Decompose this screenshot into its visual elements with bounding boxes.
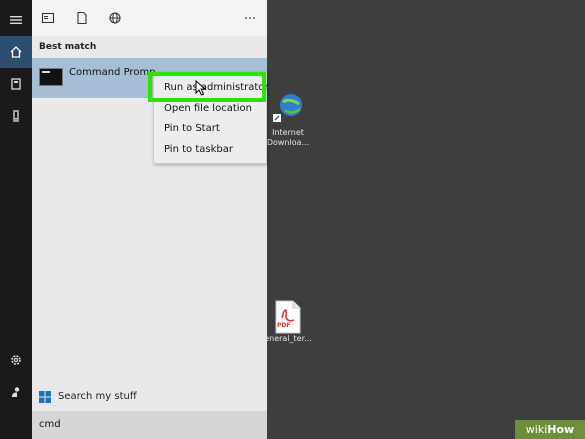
windows-logo-icon xyxy=(39,391,51,403)
more-options-button[interactable] xyxy=(242,10,258,26)
globe-icon xyxy=(109,12,121,24)
menu-item-pin-to-start[interactable]: Pin to Start xyxy=(154,119,266,139)
mouse-cursor-icon xyxy=(195,80,207,96)
home-button[interactable] xyxy=(0,36,32,68)
watermark-prefix: wiki xyxy=(525,423,548,436)
desktop-icon-label: eneral_ter... xyxy=(264,334,312,343)
web-filter-button[interactable] xyxy=(107,10,123,26)
gear-icon xyxy=(11,355,21,365)
highlight-box xyxy=(148,72,266,102)
watermark-suffix: How xyxy=(547,423,575,436)
notebook-button[interactable] xyxy=(0,68,32,100)
desktop-icon-label: Internet xyxy=(272,128,304,137)
apps-window-icon xyxy=(41,12,55,24)
start-left-rail xyxy=(0,0,32,439)
device-icon xyxy=(13,110,19,122)
wikihow-watermark: wiki How xyxy=(515,420,585,439)
hamburger-icon xyxy=(10,16,22,24)
document-icon xyxy=(77,11,87,25)
start-search-panel: Best match Command Promp Search my stuff… xyxy=(32,0,267,439)
pdf-badge: PDF xyxy=(277,322,291,329)
menu-item-label: Pin to Start xyxy=(164,123,220,134)
filter-toolbar xyxy=(32,0,267,36)
search-input[interactable]: cmd xyxy=(32,411,267,439)
desktop-icon-label: Downloa... xyxy=(266,138,310,147)
hamburger-menu-button[interactable] xyxy=(0,4,32,36)
device-button[interactable] xyxy=(0,100,32,132)
result-name: Command Promp xyxy=(69,67,156,78)
notebook-icon xyxy=(11,78,21,90)
search-input-value: cmd xyxy=(39,419,61,430)
home-icon xyxy=(10,46,22,58)
search-my-stuff-label: Search my stuff xyxy=(58,391,137,402)
menu-item-label: Open file location xyxy=(164,103,252,114)
best-match-heading: Best match xyxy=(39,42,97,52)
menu-item-label: Pin to taskbar xyxy=(164,144,233,155)
apps-filter-button[interactable] xyxy=(40,10,56,26)
feedback-icon xyxy=(12,387,20,397)
desktop-icon-internet-download[interactable]: Internet Downloa... xyxy=(266,90,310,148)
settings-button[interactable] xyxy=(0,344,32,376)
desktop: Best match Command Promp Search my stuff… xyxy=(0,0,585,439)
search-my-stuff-button[interactable]: Search my stuff xyxy=(32,384,267,410)
ellipsis-icon xyxy=(245,17,255,19)
feedback-button[interactable] xyxy=(0,376,32,408)
command-prompt-icon xyxy=(39,68,63,86)
menu-item-open-file-location[interactable]: Open file location xyxy=(154,99,266,119)
menu-item-pin-to-taskbar[interactable]: Pin to taskbar xyxy=(154,140,266,160)
desktop-icon-pdf[interactable]: PDF eneral_ter... xyxy=(264,300,312,344)
documents-filter-button[interactable] xyxy=(74,10,90,26)
globe-download-icon xyxy=(273,94,302,122)
